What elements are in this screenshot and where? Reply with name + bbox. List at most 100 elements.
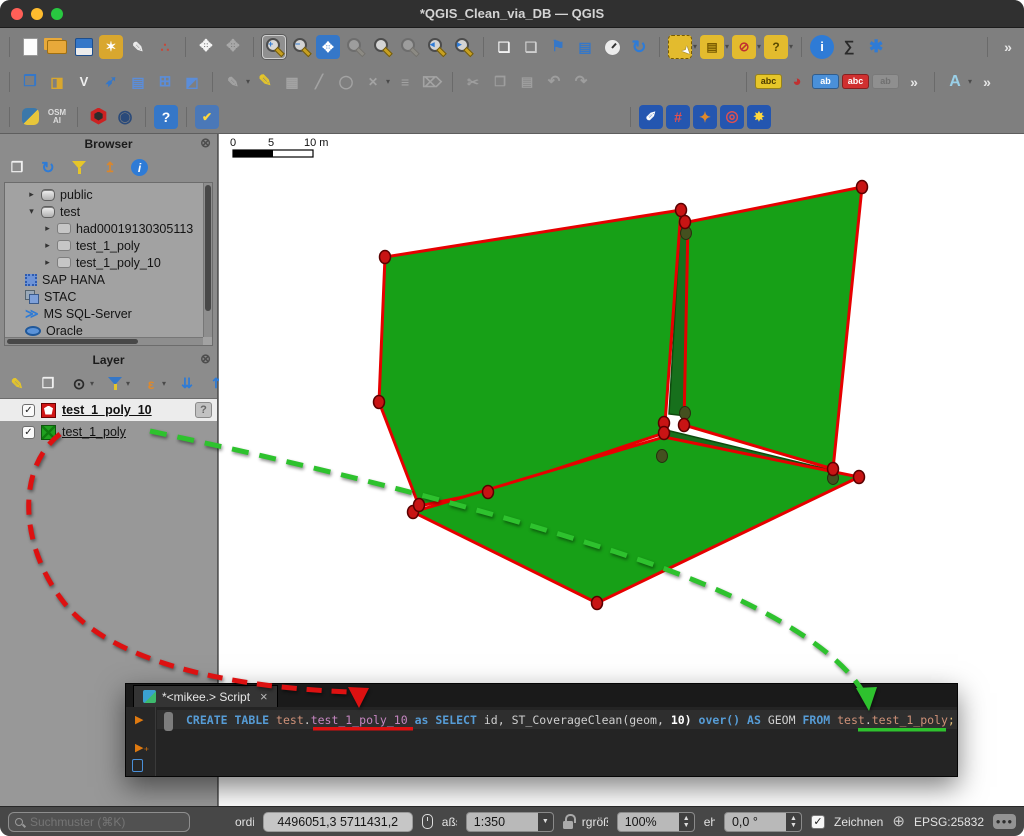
layer-item-test-1-poly-10[interactable]: ✓test_1_poly_10? [0,399,217,421]
toolbar-new-3d-map-view-button[interactable]: ❏ [519,35,543,59]
coordinate-field[interactable]: 4496051,3 5711431,2 [263,812,413,832]
browser-item-had00019130305113[interactable]: ▸had00019130305113 [5,220,212,237]
search-input[interactable] [28,814,183,830]
toolbar-temporal-controller-button[interactable] [600,35,624,59]
toolbar-current-edits-button[interactable]: ✎ [221,70,245,94]
toolbar-toggle-editing-button[interactable]: ✎ [253,70,277,94]
toolbar-options-button[interactable]: ✱ [864,35,888,59]
tree-expander-icon[interactable]: ▸ [43,240,52,251]
manage-visibility-button[interactable]: ⊙ [69,374,89,394]
tree-expander-icon[interactable]: ▸ [27,189,36,200]
script-tab-close-icon[interactable]: × [260,689,268,704]
toolbar-select-by-form-button[interactable]: ▤ [700,35,724,59]
toolbar-new-virtual-layer-button[interactable]: ⊞ [153,70,177,94]
toolbar-plugin-fox-button[interactable]: ✦ [693,105,717,129]
toolbar-new-geopackage-layer-button[interactable]: ◨ [45,70,69,94]
tree-expander-icon[interactable]: ▸ [43,257,52,268]
toolbar-refresh-button[interactable]: ↻ [627,35,651,59]
expand-all-button[interactable]: ⇊ [177,374,197,394]
toolbar-symbology-settings-button[interactable]: ∴ [153,35,177,59]
toolbar-new-spatial-bookmark-button[interactable]: ⚑ [546,35,570,59]
execute-statement-icon[interactable]: ▶ [135,715,143,726]
toolbar-copy-features-button[interactable]: ❐ [488,70,512,94]
toolbar-layer-diagram-button[interactable]: ◕ [785,70,809,94]
toolbar-pan-to-selection-button[interactable]: ✥ [221,35,245,59]
toolbar-select-features-button[interactable] [668,35,692,59]
toolbar-project-properties-button[interactable]: ✎ [126,35,150,59]
toolbar-new-spatialite-layer-button[interactable]: ➶ [99,70,123,94]
toolbar-osm-ai-button[interactable]: OSM AI [45,105,69,129]
toolbar-zoom-full-button[interactable]: ✥ [316,35,340,59]
refresh-browser-button[interactable]: ↻ [38,158,58,178]
vertex-tool-dropdown-icon[interactable]: ▾ [386,77,390,86]
browser-vertical-scrollbar[interactable] [203,183,212,337]
script-icon[interactable] [132,759,143,772]
layer-close-icon[interactable]: ⊗ [200,352,211,365]
toolbar-zoom-next-button[interactable]: ▸ [451,35,475,59]
toolbar-data-source-manager-button[interactable]: ❒ [18,70,42,94]
toolbar-save-project-button[interactable] [72,35,96,59]
toolbar-move-feature-button[interactable]: ◯ [334,70,358,94]
toolbar-undo-button[interactable]: ↶ [542,70,566,94]
toolbar-plugin-error-inspector-button[interactable]: ✸ [747,105,771,129]
select-features-dropdown-icon[interactable]: ▾ [693,42,697,51]
layer-item-test-1-poly[interactable]: ✓test_1_poly [0,421,217,443]
unknown-crs-badge[interactable]: ? [195,402,212,418]
open-layer-styling-button[interactable]: ✎ [7,374,27,394]
select-by-value-dropdown-icon[interactable]: ▾ [789,42,793,51]
add-selected-layers-button[interactable]: ❒ [7,158,27,178]
toolbar-help-contents-button[interactable]: ? [154,105,178,129]
rotation-stepper[interactable]: ▲▼ [786,813,801,831]
toolbar-toolbar-overflow-button[interactable]: » [902,70,926,94]
zoom-window-button[interactable] [51,8,63,20]
toolbar-new-memory-layer-button[interactable]: ▤ [126,70,150,94]
toolbar-zoom-out-button[interactable]: − [289,35,313,59]
browser-item-ms-sql-server[interactable]: ≫MS SQL-Server [5,305,212,322]
browser-horizontal-scrollbar[interactable] [5,337,203,345]
toolbar-new-project-button[interactable] [18,35,42,59]
locator-search[interactable] [8,812,190,832]
filter-legend-dropdown-icon[interactable]: ▾ [126,379,130,388]
deselect-features-dropdown-icon[interactable]: ▾ [757,42,761,51]
properties-widget-button[interactable]: i [131,159,148,176]
annotation-toolbar-dropdown-icon[interactable]: ▾ [968,77,972,86]
toolbar-pan-map-button[interactable]: ✥ [194,35,218,59]
toolbar-new-shapefile-layer-button[interactable]: V [72,70,96,94]
filter-browser-button[interactable] [69,158,89,178]
browser-item-public[interactable]: ▸public [5,186,212,203]
filter-expression-dropdown-icon[interactable]: ▾ [162,379,166,388]
browser-close-icon[interactable]: ⊗ [200,136,211,149]
layer-visibility-checkbox[interactable]: ✓ [22,426,35,439]
toolbar-plugin-color-picker-button[interactable]: ✐ [639,105,663,129]
toolbar-delete-selected-button[interactable]: ⌦ [420,70,444,94]
filter-legend-button[interactable] [105,374,125,394]
collapse-all-button[interactable]: ↥ [100,158,120,178]
close-window-button[interactable] [11,8,23,20]
toolbar-topology-checker-button[interactable] [86,105,110,129]
scale-lock-icon[interactable] [563,821,573,829]
current-edits-dropdown-icon[interactable]: ▾ [246,77,250,86]
scale-combobox[interactable]: 1:350 ▼ [466,812,554,832]
toolbar-vertex-tool-button[interactable]: ✕ [361,70,385,94]
render-checkbox[interactable]: ✓ [811,815,825,829]
add-group-button[interactable]: ❒ [38,374,58,394]
toolbar-toolbar-overflow-button[interactable]: » [996,35,1020,59]
toolbar-style-manager-button[interactable]: ✶ [99,35,123,59]
magnifier-stepper[interactable]: ▲▼ [679,813,694,831]
extent-mouse-icon[interactable] [422,814,433,829]
toolbar-zoom-to-layer-button[interactable] [370,35,394,59]
toolbar-modify-attributes-button[interactable]: ≡ [393,70,417,94]
toolbar-annotation-toolbar-button[interactable]: A [943,70,967,94]
toolbar-new-mesh-layer-button[interactable]: ◩ [180,70,204,94]
toolbar-geometry-checker-button[interactable]: ✔ [195,105,219,129]
toolbar-cut-features-button[interactable]: ✂ [461,70,485,94]
browser-item-test-1-poly-10[interactable]: ▸test_1_poly_10 [5,254,212,271]
browser-item-test-1-poly[interactable]: ▸test_1_poly [5,237,212,254]
toolbar-pin-labels-button[interactable]: ab [812,74,839,89]
toolbar-new-map-view-button[interactable]: ❏ [492,35,516,59]
toolbar-show-hidden-labels-button[interactable]: ab [872,74,899,89]
tree-expander-icon[interactable]: ▾ [27,206,36,217]
filter-expression-button[interactable]: ε [141,374,161,394]
toolbar-python-console-button[interactable] [18,105,42,129]
toolbar-deselect-features-button[interactable]: ⊘ [732,35,756,59]
